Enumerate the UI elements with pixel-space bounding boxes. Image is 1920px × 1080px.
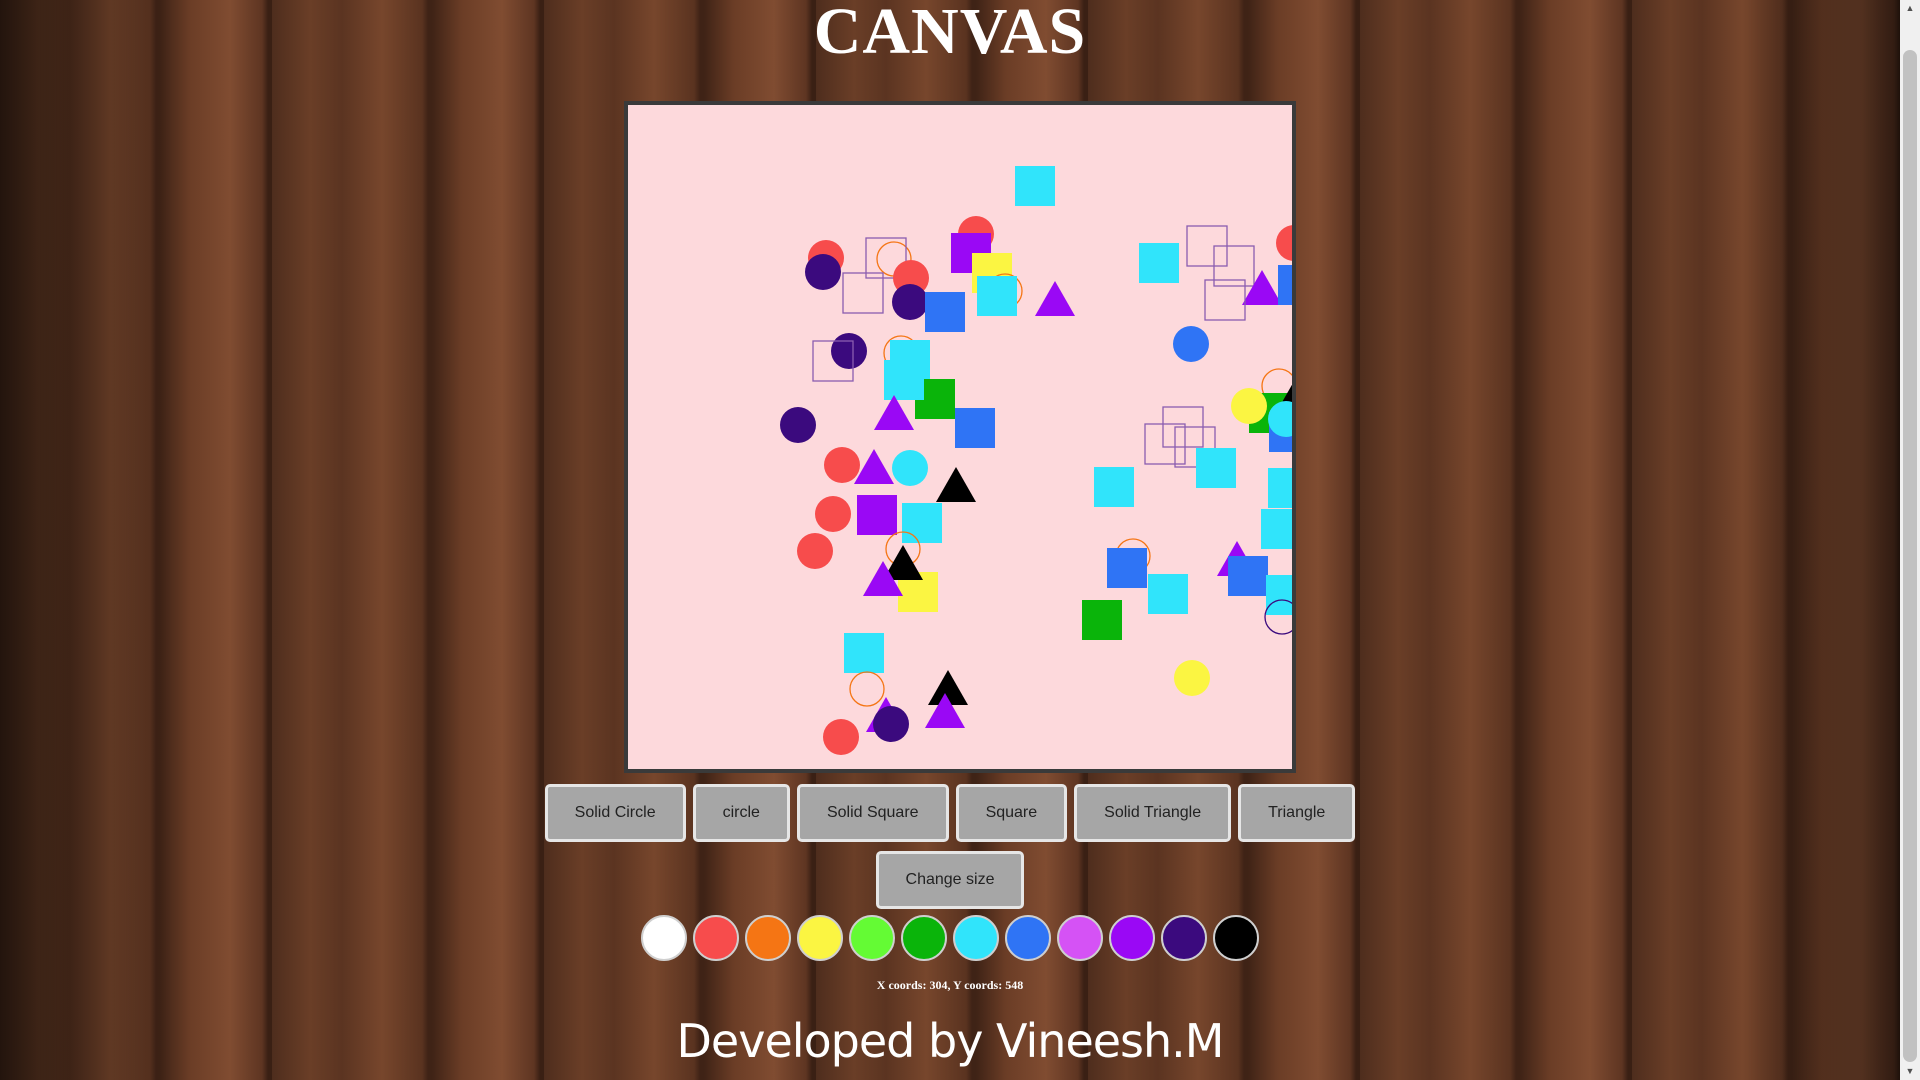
canvas-shape-solid-square-50 <box>1278 265 1292 305</box>
color-swatch-10[interactable] <box>1161 915 1207 961</box>
color-swatch-2[interactable] <box>745 915 791 961</box>
solid-triangle-button[interactable]: Solid Triangle <box>1074 784 1232 842</box>
size-toolbar: Change size <box>0 851 1900 909</box>
canvas-shape-solid-circle-48 <box>1173 326 1209 362</box>
canvas-shape-solid-circle-42 <box>823 719 859 755</box>
color-swatch-6[interactable] <box>953 915 999 961</box>
canvas-shape-solid-circle-15 <box>831 333 867 369</box>
color-swatch-8[interactable] <box>1057 915 1103 961</box>
square-button[interactable]: Square <box>955 784 1068 842</box>
canvas-shape-solid-square-14 <box>925 292 965 332</box>
canvas-shape-solid-square-13 <box>977 276 1017 316</box>
canvas-shape-solid-circle-72 <box>1174 660 1210 696</box>
circle-button[interactable]: circle <box>692 784 790 842</box>
scroll-down-icon[interactable]: ▼ <box>1900 1063 1920 1080</box>
canvas-shape-solid-square-0 <box>1015 166 1055 206</box>
scroll-up-icon[interactable]: ▲ <box>1900 0 1920 17</box>
canvas-shape-solid-square-69 <box>1266 575 1292 615</box>
color-swatch-3[interactable] <box>797 915 843 961</box>
canvas-frame <box>624 101 1296 773</box>
canvas-shape-solid-circle-40 <box>873 706 909 742</box>
canvas-shape-solid-circle-22 <box>780 407 816 443</box>
canvas-shape-solid-circle-32 <box>797 533 833 569</box>
color-swatch-4[interactable] <box>849 915 895 961</box>
canvas-shape-solid-square-63 <box>1261 509 1292 549</box>
canvas-shape-solid-square-67 <box>1228 556 1268 596</box>
solid-circle-button[interactable]: Solid Circle <box>544 784 686 842</box>
canvas-shape-solid-square-65 <box>1107 548 1147 588</box>
canvas-shape-solid-square-20 <box>884 360 924 400</box>
color-swatch-9[interactable] <box>1109 915 1155 961</box>
canvas-shape-solid-circle-29 <box>815 496 851 532</box>
shape-toolbar: Solid Circle circle Solid Square Square … <box>0 784 1900 842</box>
canvas-shape-solid-square-62 <box>1268 468 1292 508</box>
solid-square-button[interactable]: Solid Square <box>796 784 949 842</box>
canvas-shape-solid-square-36 <box>844 633 884 673</box>
color-swatch-5[interactable] <box>901 915 947 961</box>
page: CANVAS Solid Circle circle Solid Square … <box>0 0 1900 1080</box>
color-palette <box>0 915 1900 961</box>
canvas-shape-solid-circle-24 <box>824 447 860 483</box>
coords-readout: X coords: 304, Y coords: 548 <box>876 978 1024 992</box>
scrollbar-thumb[interactable] <box>1903 50 1917 1062</box>
canvas-shape-solid-square-60 <box>1196 448 1236 488</box>
color-swatch-0[interactable] <box>641 915 687 961</box>
canvas-shape-solid-circle-53 <box>1231 388 1267 424</box>
canvas-shape-solid-square-71 <box>1082 600 1122 640</box>
canvas-drawing-surface[interactable] <box>628 105 1292 769</box>
canvas-shape-solid-square-28 <box>857 495 897 535</box>
canvas-shape-solid-circle-26 <box>892 450 928 486</box>
canvas-shape-solid-square-23 <box>955 408 995 448</box>
color-swatch-11[interactable] <box>1213 915 1259 961</box>
canvas-shape-solid-square-30 <box>902 503 942 543</box>
canvas-shape-solid-square-61 <box>1094 467 1134 507</box>
change-size-button[interactable]: Change size <box>875 851 1025 909</box>
canvas-shape-solid-square-68 <box>1148 574 1188 614</box>
triangle-button[interactable]: Triangle <box>1238 784 1356 842</box>
vertical-scrollbar[interactable]: ▲ ▼ <box>1900 0 1920 1080</box>
color-swatch-7[interactable] <box>1005 915 1051 961</box>
canvas-shape-solid-circle-10 <box>892 284 928 320</box>
page-title: CANVAS <box>813 0 1087 68</box>
canvas-shape-solid-circle-3 <box>805 254 841 290</box>
drawing-canvas[interactable] <box>628 105 1292 769</box>
canvas-shape-solid-square-43 <box>1139 243 1179 283</box>
developer-credit: Developed by Vineesh.M <box>676 1014 1225 1068</box>
color-swatch-1[interactable] <box>693 915 739 961</box>
